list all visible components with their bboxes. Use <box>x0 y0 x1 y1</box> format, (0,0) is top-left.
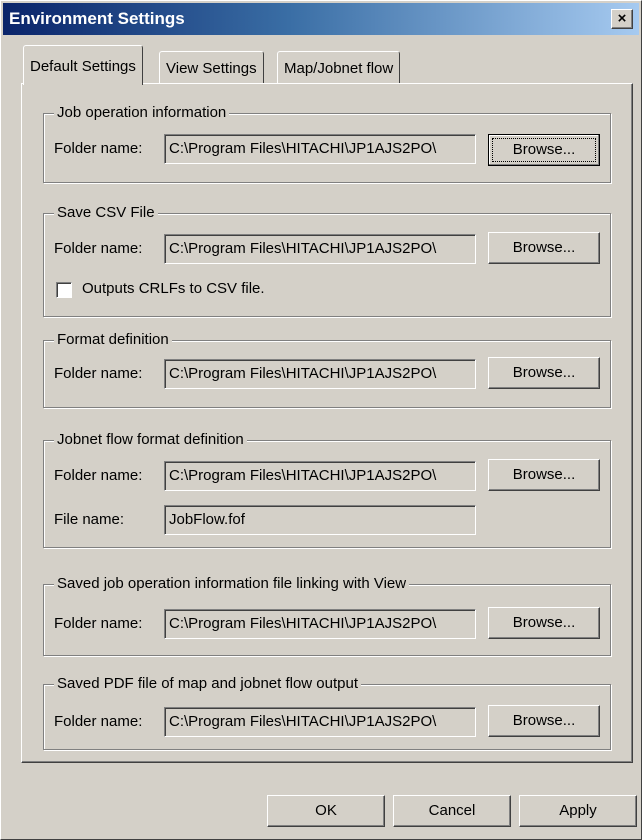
group-title: Job operation information <box>54 104 230 121</box>
crlf-checkbox[interactable] <box>56 282 72 298</box>
browse-button[interactable]: Browse... <box>488 705 600 737</box>
close-button[interactable]: × <box>611 9 633 29</box>
group-title: Format definition <box>54 331 172 348</box>
group-saved-job-operation-view: Saved job operation information file lin… <box>43 575 611 656</box>
folder-name-field[interactable]: C:\Program Files\HITACHI\JP1AJS2PO\ <box>164 609 476 639</box>
folder-name-field[interactable]: C:\Program Files\HITACHI\JP1AJS2PO\ <box>164 461 476 491</box>
file-name-field[interactable]: JobFlow.fof <box>164 505 476 535</box>
folder-name-label: Folder name: <box>54 713 143 730</box>
folder-name-label: Folder name: <box>54 140 143 157</box>
file-name-label: File name: <box>54 511 125 528</box>
browse-button[interactable]: Browse... <box>488 607 600 639</box>
group-format-definition: Format definition Folder name: C:\Progra… <box>43 331 611 408</box>
folder-name-field[interactable]: C:\Program Files\HITACHI\JP1AJS2PO\ <box>164 359 476 389</box>
browse-button[interactable]: Browse... <box>488 459 600 491</box>
apply-button[interactable]: Apply <box>519 795 637 827</box>
browse-button[interactable]: Browse... <box>488 232 600 264</box>
group-title: Save CSV File <box>54 204 158 221</box>
folder-name-label: Folder name: <box>54 615 143 632</box>
folder-name-label: Folder name: <box>54 240 143 257</box>
folder-name-field[interactable]: C:\Program Files\HITACHI\JP1AJS2PO\ <box>164 234 476 264</box>
window-title: Environment Settings <box>9 9 185 28</box>
title-bar[interactable]: Environment Settings × <box>3 3 639 35</box>
tab-default-settings[interactable]: Default Settings <box>23 45 143 85</box>
browse-button[interactable]: Browse... <box>488 357 600 389</box>
tab-panel-default-settings <box>21 83 633 763</box>
browse-button[interactable]: Browse... <box>488 134 600 166</box>
folder-name-field[interactable]: C:\Program Files\HITACHI\JP1AJS2PO\ <box>164 134 476 164</box>
group-title: Jobnet flow format definition <box>54 431 247 448</box>
environment-settings-dialog: Environment Settings × Default Settings … <box>0 0 642 840</box>
group-title: Saved job operation information file lin… <box>54 575 410 592</box>
folder-name-label: Folder name: <box>54 365 143 382</box>
group-job-operation-information: Job operation information Folder name: C… <box>43 104 611 183</box>
tab-map-jobnet-flow[interactable]: Map/Jobnet flow <box>277 51 401 83</box>
tab-view-settings[interactable]: View Settings <box>159 51 264 83</box>
group-save-csv-file: Save CSV File Folder name: C:\Program Fi… <box>43 204 611 317</box>
crlf-checkbox-label[interactable]: Outputs CRLFs to CSV file. <box>82 280 265 297</box>
folder-name-field[interactable]: C:\Program Files\HITACHI\JP1AJS2PO\ <box>164 707 476 737</box>
folder-name-label: Folder name: <box>54 467 143 484</box>
group-saved-pdf-output: Saved PDF file of map and jobnet flow ou… <box>43 675 611 750</box>
cancel-button[interactable]: Cancel <box>393 795 511 827</box>
ok-button[interactable]: OK <box>267 795 385 827</box>
group-jobnet-flow-format-definition: Jobnet flow format definition Folder nam… <box>43 431 611 548</box>
group-title: Saved PDF file of map and jobnet flow ou… <box>54 675 362 692</box>
